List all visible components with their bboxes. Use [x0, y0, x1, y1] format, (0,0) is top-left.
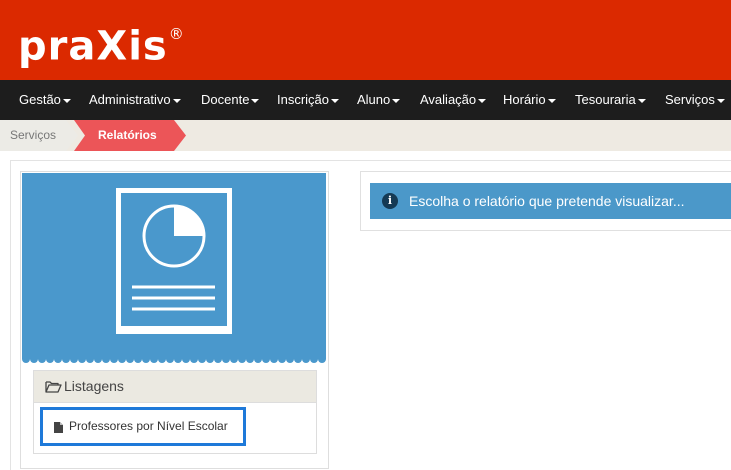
main-navbar: Gestão Administrativo Docente Inscrição … — [0, 80, 731, 120]
alert-message: Escolha o relatório que pretende visuali… — [409, 193, 685, 209]
registered-mark: ® — [168, 25, 185, 43]
nav-label: Docente — [201, 92, 250, 107]
nav-label: Gestão — [19, 92, 61, 107]
logo-text: praXis — [18, 23, 168, 70]
caret-down-icon — [716, 98, 725, 103]
nav-item-servicos[interactable]: Serviços — [665, 80, 725, 120]
info-alert: i Escolha o relatório que pretende visua… — [370, 183, 731, 219]
nav-item-tesouraria[interactable]: Tesouraria — [575, 80, 646, 120]
caret-down-icon — [547, 98, 556, 103]
nav-label: Avaliação — [420, 92, 477, 107]
breadcrumb-item-relatorios[interactable]: Relatórios — [74, 120, 186, 151]
app-header: praXis® — [0, 0, 731, 80]
info-icon: i — [382, 193, 398, 209]
nav-label: Aluno — [357, 92, 391, 107]
report-link-label: Professores por Nível Escolar — [69, 419, 228, 433]
listagens-header[interactable]: Listagens — [33, 370, 317, 403]
caret-down-icon — [172, 98, 181, 103]
breadcrumb-label: Serviços — [10, 128, 57, 142]
nav-item-aluno[interactable]: Aluno — [357, 80, 401, 120]
caret-down-icon — [251, 98, 260, 103]
praxis-logo[interactable]: praXis® — [18, 14, 185, 72]
breadcrumb-item-servicos[interactable]: Serviços — [0, 120, 78, 151]
caret-down-icon — [392, 98, 401, 103]
nav-label: Administrativo — [89, 92, 171, 107]
listagens-title: Listagens — [64, 378, 124, 394]
breadcrumb: Serviços Relatórios — [0, 120, 731, 151]
report-link-professores-nivel-escolar[interactable]: Professores por Nível Escolar — [40, 407, 246, 446]
folder-open-icon — [45, 381, 62, 393]
scalloped-edge — [22, 352, 326, 364]
caret-down-icon — [637, 98, 646, 103]
nav-item-administrativo[interactable]: Administrativo — [89, 80, 181, 120]
nav-item-gestao[interactable]: Gestão — [19, 80, 71, 120]
nav-label: Horário — [503, 92, 546, 107]
caret-down-icon — [478, 98, 487, 103]
nav-item-inscricao[interactable]: Inscrição — [277, 80, 340, 120]
caret-down-icon — [62, 98, 71, 103]
caret-down-icon — [331, 98, 340, 103]
nav-item-docente[interactable]: Docente — [201, 80, 260, 120]
nav-item-horario[interactable]: Horário — [503, 80, 556, 120]
breadcrumb-label: Relatórios — [98, 128, 157, 142]
nav-label: Tesouraria — [575, 92, 636, 107]
nav-item-avaliacao[interactable]: Avaliação — [420, 80, 487, 120]
nav-label: Serviços — [665, 92, 715, 107]
report-document-pie-icon — [116, 188, 232, 334]
nav-label: Inscrição — [277, 92, 330, 107]
file-icon — [54, 422, 63, 433]
